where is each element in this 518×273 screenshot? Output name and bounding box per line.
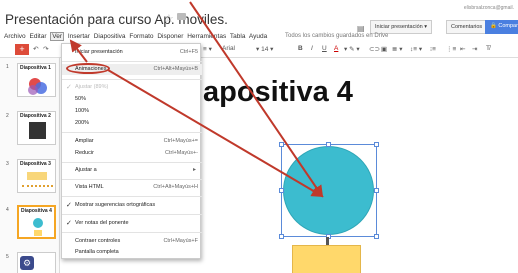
slides-editor-window: Presentación para curso Ap. moviles. ☆ e… (0, 0, 518, 273)
arrow-animations-to-circle (107, 69, 324, 198)
annotation-arrows (69, 1, 324, 198)
arrow-to-ver-menu (69, 39, 88, 63)
arrow-to-circle (189, 1, 324, 198)
